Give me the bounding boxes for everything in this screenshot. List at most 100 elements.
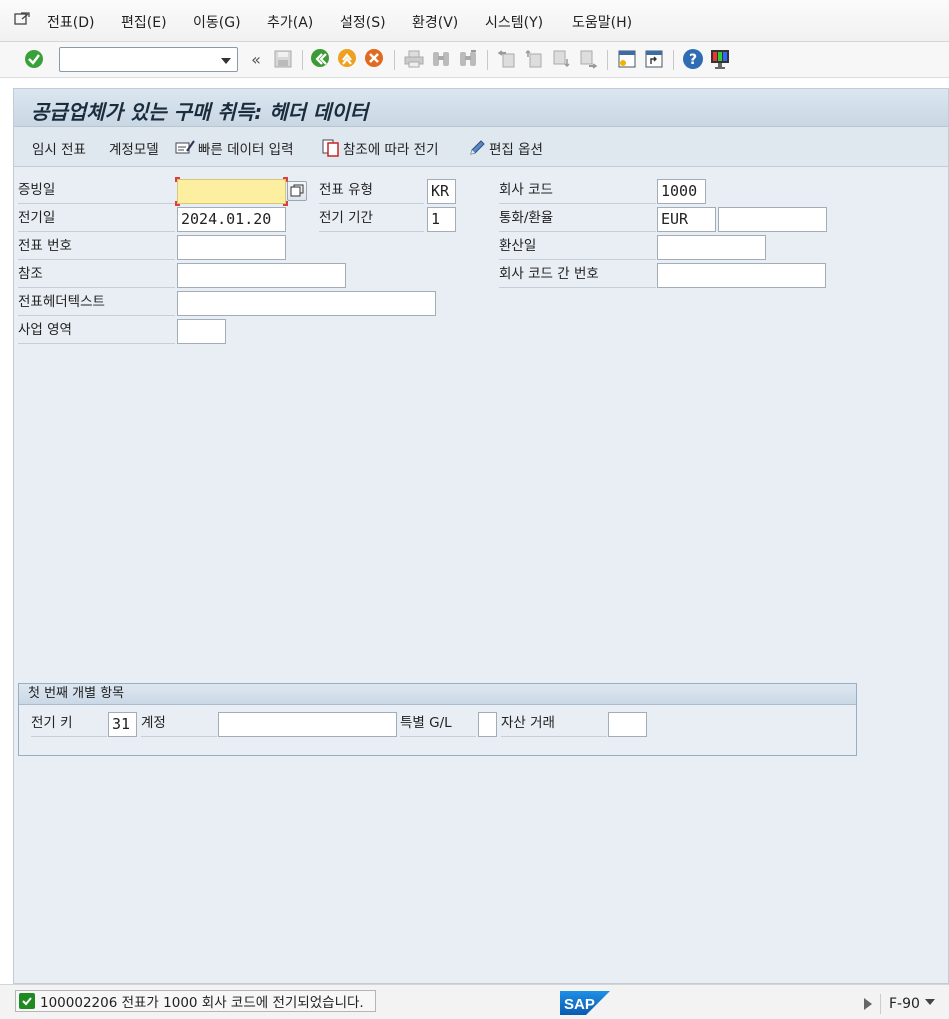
- title-bar: 공급업체가 있는 구매 취득: 헤더 데이터: [14, 89, 948, 127]
- asset-transaction-input[interactable]: [608, 712, 647, 737]
- translation-date-input[interactable]: [657, 235, 766, 260]
- first-page-icon[interactable]: [496, 48, 518, 70]
- customize-layout-icon[interactable]: [709, 48, 731, 70]
- document-date-input[interactable]: [177, 179, 286, 204]
- post-with-reference-label: 참조에 따라 전기: [343, 142, 439, 158]
- intercompany-number-label: 회사 코드 간 번호: [499, 262, 656, 288]
- currency-input[interactable]: EUR: [657, 207, 716, 232]
- special-gl-input[interactable]: [478, 712, 497, 737]
- menu-settings[interactable]: 설정(S): [340, 12, 386, 32]
- help-icon[interactable]: ?: [682, 48, 704, 70]
- account-input[interactable]: [218, 712, 397, 737]
- park-document-button[interactable]: 임시 전표: [32, 138, 86, 158]
- save-icon[interactable]: [272, 48, 294, 70]
- last-page-icon[interactable]: [577, 48, 599, 70]
- menu-edit[interactable]: 편집(E): [121, 12, 167, 32]
- chevron-down-icon[interactable]: [925, 999, 935, 1005]
- asset-transaction-label: 자산 거래: [501, 711, 607, 737]
- value-help-icon: [290, 184, 304, 197]
- posting-date-input[interactable]: 2024.01.20: [177, 207, 286, 232]
- print-icon[interactable]: [403, 48, 425, 70]
- intercompany-number-input[interactable]: [657, 263, 826, 288]
- cancel-icon[interactable]: [364, 48, 386, 70]
- posting-key-input[interactable]: 31: [108, 712, 137, 737]
- status-text: 100002206 전표가 1000 회사 코드에 전기되었습니다.: [40, 995, 364, 1011]
- toolbar-separator: [673, 50, 674, 70]
- play-icon[interactable]: [864, 998, 872, 1010]
- business-area-label: 사업 영역: [18, 318, 175, 344]
- fast-data-entry-label: 빠른 데이터 입력: [198, 142, 294, 158]
- posting-period-input[interactable]: 1: [427, 207, 456, 232]
- focus-marker: [283, 201, 288, 206]
- transaction-code[interactable]: F-90: [880, 994, 920, 1014]
- document-number-input[interactable]: [177, 235, 286, 260]
- focus-marker: [175, 201, 180, 206]
- document-number-label: 전표 번호: [18, 234, 175, 260]
- menu-environment[interactable]: 환경(V): [412, 12, 458, 32]
- posting-key-label: 전기 키: [31, 711, 107, 737]
- park-document-label: 임시 전표: [32, 142, 86, 158]
- menu-goto[interactable]: 이동(G): [193, 12, 241, 32]
- exchange-rate-input[interactable]: [718, 207, 827, 232]
- shortcut-icon[interactable]: [643, 48, 665, 70]
- header-text-input[interactable]: [177, 291, 436, 316]
- pencil-icon: [470, 140, 485, 155]
- back-green-icon[interactable]: [310, 48, 332, 70]
- account-label: 계정: [141, 711, 217, 737]
- back-icon[interactable]: «: [245, 48, 267, 70]
- sap-logo-text: SAP: [564, 996, 595, 1013]
- system-menu-icon[interactable]: [13, 11, 31, 27]
- status-bar: 100002206 전표가 1000 회사 코드에 전기되었습니다. SAP F…: [0, 984, 949, 1019]
- currency-label: 통화/환율: [499, 206, 656, 232]
- document-date-label: 증빙일: [18, 178, 175, 204]
- menu-bar: 전표(D) 편집(E) 이동(G) 추가(A) 설정(S) 환경(V) 시스템(…: [0, 0, 949, 42]
- copy-reference-icon: [322, 139, 339, 157]
- next-page-icon[interactable]: [550, 48, 572, 70]
- toolbar-separator: [394, 50, 395, 70]
- fast-data-entry-button[interactable]: 빠른 데이터 입력: [175, 138, 294, 158]
- application-toolbar: 임시 전표 계정모델 빠른 데이터 입력 참조에 따라 전기 편집 옵션: [14, 127, 948, 167]
- chevron-down-icon[interactable]: [221, 58, 231, 64]
- command-field[interactable]: [59, 47, 238, 72]
- company-code-input[interactable]: 1000: [657, 179, 706, 204]
- menu-system[interactable]: 시스템(Y): [485, 12, 543, 32]
- account-model-label: 계정모델: [109, 142, 159, 158]
- reference-input[interactable]: [177, 263, 346, 288]
- page-title: 공급업체가 있는 구매 취득: 헤더 데이터: [31, 100, 369, 124]
- svg-text:?: ?: [689, 52, 697, 68]
- menu-help[interactable]: 도움말(H): [572, 12, 632, 32]
- document-type-input[interactable]: KR: [427, 179, 456, 204]
- group-title: 첫 번째 개별 항목: [19, 684, 856, 705]
- editing-options-label: 편집 옵션: [489, 142, 543, 158]
- standard-toolbar: « ?: [0, 42, 949, 78]
- focus-marker: [175, 177, 180, 182]
- exit-icon[interactable]: [337, 48, 359, 70]
- toolbar-separator: [302, 50, 303, 70]
- fast-entry-icon: [175, 140, 195, 154]
- post-with-reference-button[interactable]: 참조에 따라 전기: [322, 138, 439, 158]
- success-check-icon: [19, 993, 35, 1009]
- status-message[interactable]: 100002206 전표가 1000 회사 코드에 전기되었습니다.: [15, 990, 376, 1012]
- find-next-icon[interactable]: [457, 48, 479, 70]
- editing-options-button[interactable]: 편집 옵션: [468, 138, 543, 158]
- business-area-input[interactable]: [177, 319, 226, 344]
- prev-page-icon[interactable]: [523, 48, 545, 70]
- first-line-item-group: 첫 번째 개별 항목 전기 키 31 계정 특별 G/L 자산 거래: [18, 683, 857, 756]
- toolbar-separator: [487, 50, 488, 70]
- special-gl-label: 특별 G/L: [400, 711, 476, 737]
- find-icon[interactable]: [430, 48, 452, 70]
- sap-logo: SAP: [560, 991, 610, 1015]
- translation-date-label: 환산일: [499, 234, 656, 260]
- posting-period-label: 전기 기간: [319, 206, 424, 232]
- document-type-label: 전표 유형: [319, 178, 424, 204]
- main-area: 공급업체가 있는 구매 취득: 헤더 데이터 임시 전표 계정모델 빠른 데이터…: [13, 88, 949, 984]
- account-model-button[interactable]: 계정모델: [109, 138, 159, 158]
- menu-extras[interactable]: 추가(A): [267, 12, 313, 32]
- posting-date-label: 전기일: [18, 206, 175, 232]
- value-help-button[interactable]: [287, 181, 307, 201]
- menu-document[interactable]: 전표(D): [47, 12, 94, 32]
- new-session-icon[interactable]: [616, 48, 638, 70]
- header-text-label: 전표헤더텍스트: [18, 290, 175, 316]
- enter-icon[interactable]: [23, 48, 45, 70]
- toolbar-separator: [607, 50, 608, 70]
